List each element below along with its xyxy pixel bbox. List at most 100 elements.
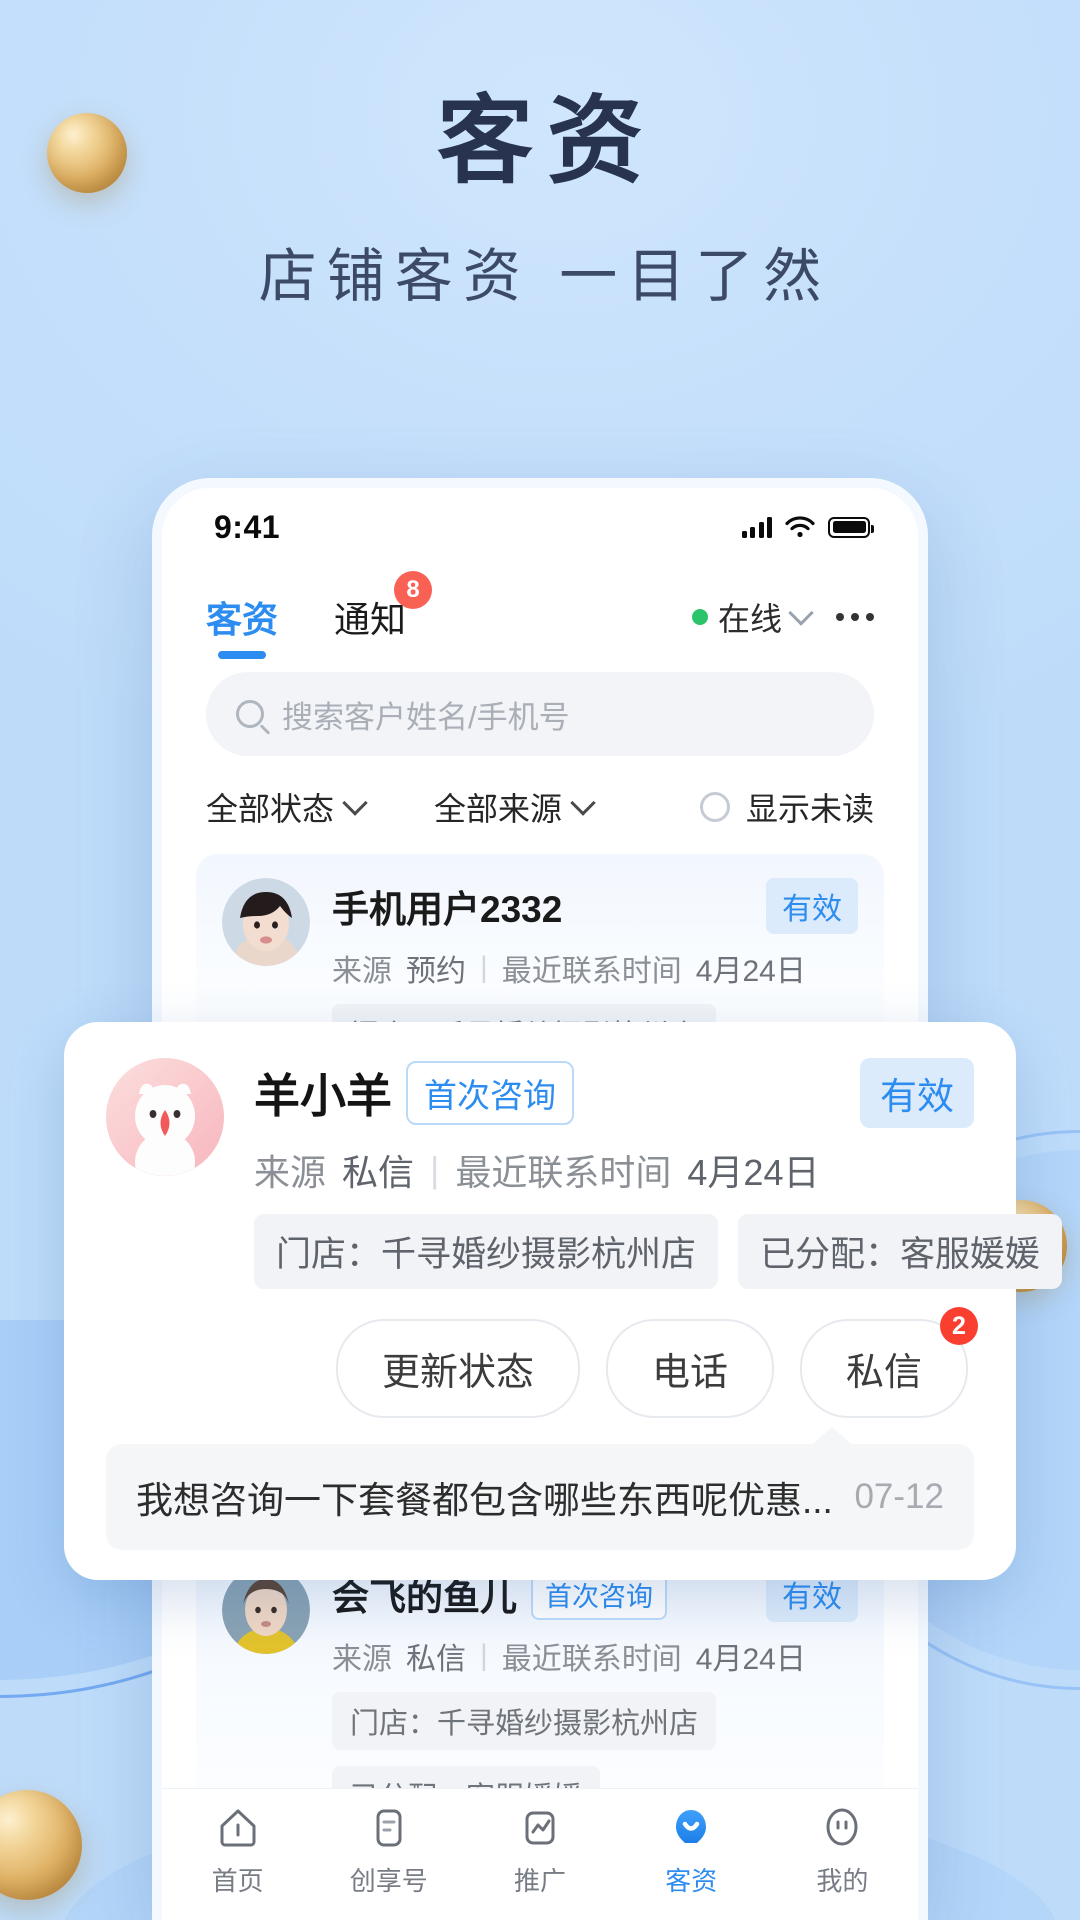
page-subtitle: 店铺客资 一目了然: [258, 241, 832, 310]
time-value: 4月24日: [687, 1152, 820, 1193]
list-item-body: 会飞的鱼儿 首次咨询 有效 来源 私信 | 最近联系时间 4月24日 门店：千寻…: [332, 1566, 858, 1788]
status-badge: 有效: [766, 878, 858, 934]
time-label: 最近联系时间: [455, 1152, 672, 1193]
filter-status-label: 全部状态: [206, 791, 335, 827]
list-item-chips: 门店：千寻婚纱摄影杭州店 已分配：客服媛媛: [332, 1692, 858, 1788]
meta-divider: |: [430, 1149, 440, 1190]
source-label: 来源: [254, 1152, 327, 1193]
status-time: 9:41: [214, 508, 281, 545]
presence-selector[interactable]: 在线: [691, 594, 814, 640]
featured-card-inner: 羊小羊 首次咨询 有效 来源 私信 | 最近联系时间 4月24日 门店：千寻婚纱…: [92, 1048, 1063, 1550]
filter-source[interactable]: 全部来源: [434, 784, 596, 830]
avatar: [222, 878, 310, 966]
assignee-chip: 已分配：客服媛媛: [332, 1766, 601, 1788]
nav-item-kezi-label: 客资: [665, 1866, 718, 1896]
document-icon: [364, 1803, 414, 1853]
search-input[interactable]: 搜索客户姓名/手机号: [206, 672, 874, 756]
bottom-navigation: 首页 创享号 推广 客资 我的: [162, 1788, 918, 1920]
nav-item-chuangxianghao-label: 创享号: [349, 1866, 428, 1896]
store-chip: 门店：千寻婚纱摄影杭州店: [254, 1214, 719, 1289]
time-value: 4月24日: [695, 955, 806, 988]
featured-card-body: 羊小羊 首次咨询 有效 来源 私信 | 最近联系时间 4月24日 门店：千寻婚纱…: [254, 1058, 1063, 1289]
update-status-button[interactable]: 更新状态: [335, 1319, 580, 1418]
presence-label: 在线: [717, 601, 782, 637]
list-item-row: 会飞的鱼儿 首次咨询 有效 来源 私信 | 最近联系时间 4月24日 门店：千寻…: [222, 1566, 858, 1788]
direct-message-unread-badge: 2: [940, 1307, 978, 1345]
list-item-meta: 来源 私信 | 最近联系时间 4月24日: [332, 1634, 858, 1678]
profile-icon: [817, 1803, 867, 1853]
featured-card-header: 羊小羊 首次咨询 有效: [254, 1058, 974, 1128]
tab-tongzhi-label: 通知: [334, 599, 407, 640]
filter-source-label: 全部来源: [434, 791, 563, 827]
tab-tongzhi[interactable]: 通知 8: [334, 571, 433, 643]
nav-item-chuangxianghao[interactable]: 创享号: [313, 1803, 464, 1898]
nav-item-tuiguang[interactable]: 推广: [464, 1803, 615, 1898]
direct-message-button-label: 私信: [845, 1352, 922, 1394]
source-value: 私信: [406, 1643, 466, 1676]
filter-status[interactable]: 全部状态: [206, 784, 368, 830]
source-label: 来源: [332, 955, 392, 988]
battery-icon: [828, 516, 874, 538]
message-preview[interactable]: 我想咨询一下套餐都包含哪些东西呢优惠... 07-12: [106, 1427, 974, 1550]
store-chip: 门店：千寻婚纱摄影杭州店: [332, 1692, 717, 1750]
phone-call-button-label: 电话: [651, 1352, 728, 1394]
list-item-meta: 来源 预约 | 最近联系时间 4月24日: [332, 946, 858, 990]
chevron-down-icon: [570, 790, 596, 816]
status-bar: 9:41: [162, 488, 918, 566]
nav-item-mine-label: 我的: [816, 1866, 869, 1896]
home-icon: [213, 1803, 263, 1853]
nav-item-home[interactable]: 首页: [162, 1803, 313, 1898]
direct-message-button[interactable]: 私信 2: [799, 1307, 978, 1418]
tab-kezi-label: 客资: [206, 599, 279, 640]
more-dots-icon[interactable]: [836, 613, 874, 621]
signal-bars-icon: [741, 516, 772, 538]
first-consult-tag: 首次咨询: [406, 1061, 574, 1125]
chart-icon: [515, 1803, 565, 1853]
list-item-header: 手机用户2332 有效: [332, 878, 858, 934]
featured-card-actions: 更新状态 电话 私信 2: [106, 1307, 978, 1418]
chevron-down-icon: [342, 790, 368, 816]
nav-item-kezi[interactable]: 客资: [616, 1803, 767, 1898]
nav-item-mine[interactable]: 我的: [767, 1803, 918, 1898]
tab-kezi[interactable]: 客资: [206, 591, 279, 659]
time-value: 4月24日: [695, 1643, 806, 1676]
time-label: 最近联系时间: [501, 1643, 682, 1676]
featured-card-meta: 来源 私信 | 最近联系时间 4月24日: [254, 1144, 974, 1196]
meta-divider: |: [480, 1639, 488, 1672]
online-status-dot-icon: [691, 609, 708, 625]
unread-toggle-label: 显示未读: [745, 791, 874, 827]
search-placeholder: 搜索客户姓名/手机号: [282, 699, 570, 735]
customer-name: 羊小羊: [254, 1070, 392, 1122]
page-title: 客资: [437, 88, 657, 195]
meta-divider: |: [480, 951, 488, 984]
search-section: 搜索客户姓名/手机号: [162, 658, 918, 756]
update-status-button-label: 更新状态: [381, 1352, 534, 1394]
status-icons: [741, 516, 874, 538]
time-label: 最近联系时间: [501, 955, 682, 988]
customer-icon: [666, 1803, 716, 1853]
assignee-chip: 已分配：客服媛媛: [738, 1214, 1063, 1289]
status-badge: 有效: [860, 1058, 974, 1128]
nav-item-tuiguang-label: 推广: [514, 1866, 567, 1896]
avatar: [106, 1058, 224, 1176]
featured-card-row: 羊小羊 首次咨询 有效 来源 私信 | 最近联系时间 4月24日 门店：千寻婚纱…: [106, 1058, 1063, 1289]
wifi-icon: [785, 516, 815, 538]
tab-bar-right: 在线: [691, 594, 874, 640]
chevron-down-icon: [788, 600, 814, 626]
featured-customer-card[interactable]: 羊小羊 首次咨询 有效 来源 私信 | 最近联系时间 4月24日 门店：千寻婚纱…: [64, 1022, 1063, 1580]
tab-active-underline: [218, 651, 266, 659]
radio-circle-icon: [699, 792, 730, 822]
source-value: 私信: [342, 1152, 415, 1193]
phone-call-button[interactable]: 电话: [605, 1319, 774, 1418]
hero-section: 客资 店铺客资 一目了然: [0, 88, 1080, 313]
top-tab-bar: 客资 通知 8 在线: [162, 566, 918, 659]
source-label: 来源: [332, 1643, 392, 1676]
tab-tongzhi-badge: 8: [394, 571, 433, 609]
message-preview-text: 我想咨询一下套餐都包含哪些东西呢优惠...: [136, 1480, 833, 1521]
nav-item-home-label: 首页: [211, 1866, 264, 1896]
unread-toggle[interactable]: 显示未读: [699, 784, 874, 830]
customer-name: 手机用户2332: [332, 889, 563, 930]
featured-card-chips: 门店：千寻婚纱摄影杭州店 已分配：客服媛媛: [254, 1214, 1063, 1289]
source-value: 预约: [406, 955, 466, 988]
search-icon: [236, 700, 264, 728]
